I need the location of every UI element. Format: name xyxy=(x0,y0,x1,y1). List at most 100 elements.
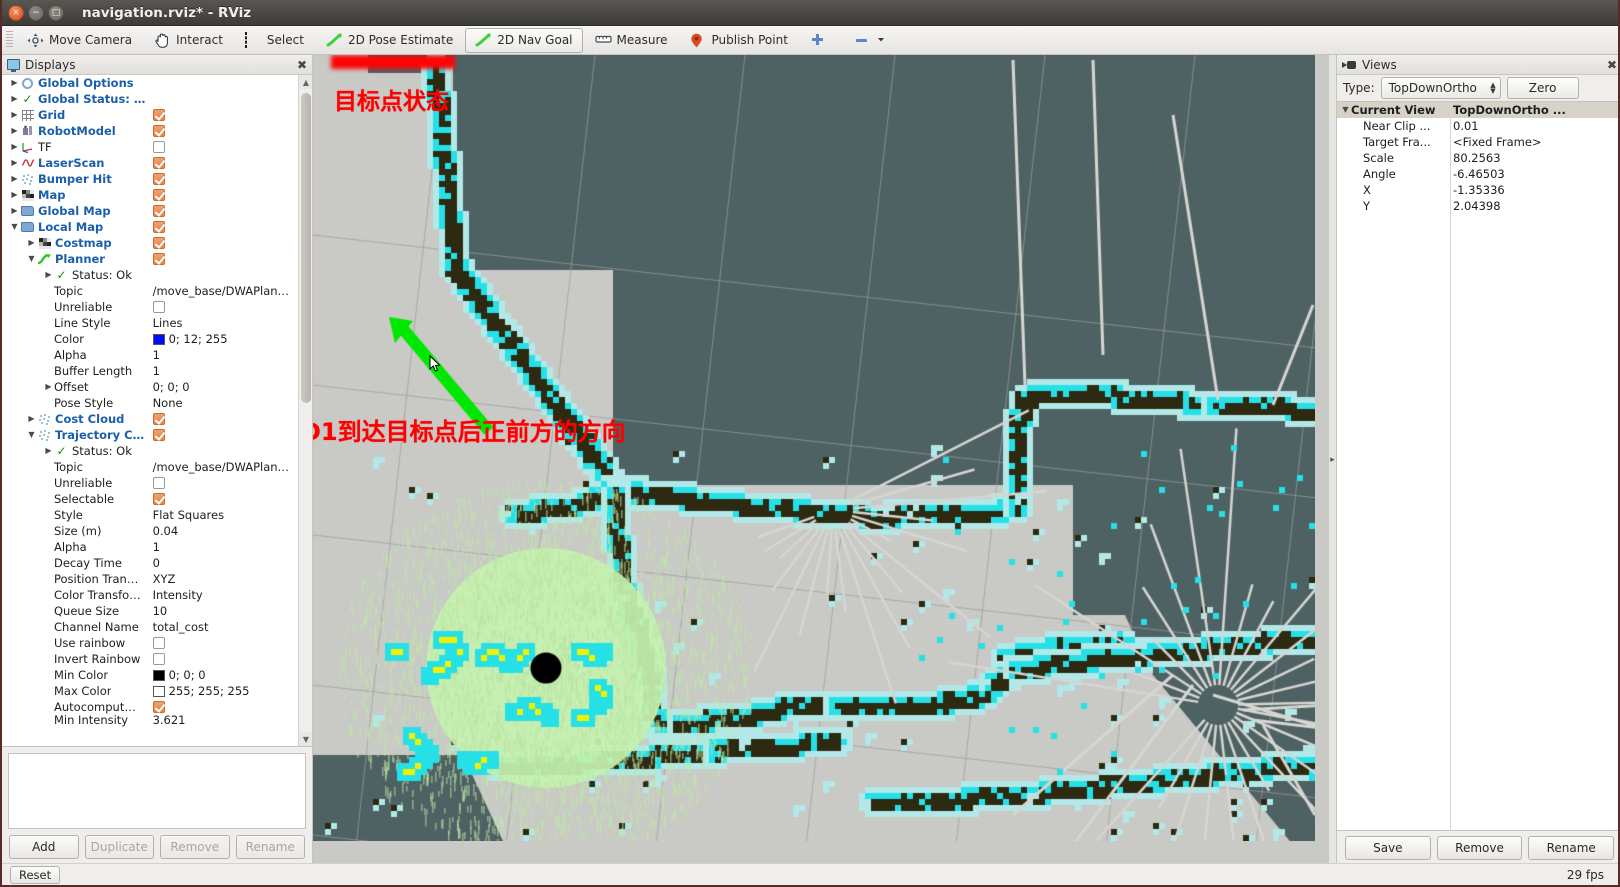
scroll-up-arrow-icon[interactable]: ▲ xyxy=(299,75,312,89)
expand-twisty-closed-icon[interactable]: ▶ xyxy=(9,171,20,187)
display-row-value-cell[interactable] xyxy=(151,109,299,121)
view-property-value[interactable]: TopDownOrtho ... xyxy=(1450,103,1618,117)
display-row-value-cell[interactable]: 0 xyxy=(151,556,298,570)
display-row[interactable]: Selectable xyxy=(2,491,298,507)
display-row[interactable]: Size (m) 0.04 xyxy=(2,523,298,539)
display-row-value-cell[interactable]: Flat Squares xyxy=(151,508,298,522)
tool-measure[interactable]: Measure xyxy=(585,28,678,53)
display-row[interactable]: Position Tran… XYZ xyxy=(2,571,298,587)
display-enable-checkbox[interactable] xyxy=(152,205,165,217)
display-row[interactable]: Channel Name total_cost xyxy=(2,619,298,635)
tool-select[interactable]: Select xyxy=(235,28,314,53)
display-enable-checkbox[interactable] xyxy=(152,237,165,249)
display-enable-checkbox[interactable] xyxy=(152,109,165,121)
display-row-value-cell[interactable] xyxy=(151,429,298,441)
display-row[interactable]: ▶ Global Map xyxy=(2,203,298,219)
display-enable-checkbox[interactable] xyxy=(152,493,165,505)
display-enable-checkbox[interactable] xyxy=(152,301,165,313)
display-row-value-cell[interactable] xyxy=(151,237,298,249)
display-row-value-cell[interactable]: 255; 255; 255 xyxy=(151,684,298,698)
display-row-value-cell[interactable]: XYZ xyxy=(151,572,298,586)
display-enable-checkbox[interactable] xyxy=(152,701,165,713)
display-row[interactable]: ▶ Global Options xyxy=(2,75,298,91)
remove-view-button[interactable]: Remove xyxy=(1436,836,1523,860)
display-row[interactable]: Decay Time 0 xyxy=(2,555,298,571)
display-row[interactable]: Style Flat Squares xyxy=(2,507,298,523)
display-enable-checkbox[interactable] xyxy=(152,413,165,425)
reset-button[interactable]: Reset xyxy=(10,865,61,884)
view-property-row[interactable]: Angle -6.46503 xyxy=(1337,166,1618,182)
display-row[interactable]: ▶ Offset 0; 0; 0 xyxy=(2,379,298,395)
display-row[interactable]: Use rainbow xyxy=(2,635,298,651)
tool-move-camera[interactable]: Move Camera xyxy=(17,28,142,53)
display-row[interactable]: Alpha 1 xyxy=(2,539,298,555)
display-enable-checkbox[interactable] xyxy=(152,653,165,665)
tool-publish-point[interactable]: Publish Point xyxy=(680,28,798,53)
display-row[interactable]: ▶ ✓ Status: Ok xyxy=(2,443,298,459)
display-row[interactable]: ▶ Costmap xyxy=(2,235,298,251)
display-row-value-cell[interactable] xyxy=(151,125,299,137)
view-property-row[interactable]: Near Clip ... 0.01 xyxy=(1337,118,1618,134)
display-row[interactable]: Min Color 0; 0; 0 xyxy=(2,667,298,683)
scrollbar-thumb[interactable] xyxy=(301,93,311,403)
display-row-value-cell[interactable]: total_cost xyxy=(151,620,298,634)
display-row-value-cell[interactable]: 0.04 xyxy=(151,524,298,538)
views-property-tree[interactable]: ▼ Current View TopDownOrtho ... Near Clip .… xyxy=(1337,101,1618,831)
display-enable-checkbox[interactable] xyxy=(152,221,165,233)
color-swatch[interactable] xyxy=(152,333,165,345)
expand-twisty-closed-icon[interactable]: ▶ xyxy=(26,411,37,427)
expand-twisty-closed-icon[interactable]: ▶ xyxy=(9,203,20,219)
tool-2d-nav-goal[interactable]: 2D Nav Goal xyxy=(465,27,583,53)
expand-twisty-closed-icon[interactable]: ▶ xyxy=(9,75,20,91)
expand-twisty-closed-icon[interactable]: ▶ xyxy=(43,379,54,395)
display-enable-checkbox[interactable] xyxy=(152,141,165,153)
expand-twisty-closed-icon[interactable]: ▶ xyxy=(9,123,20,139)
panel-splitter-handle[interactable]: ▸ xyxy=(1329,55,1336,865)
window-maximize-button[interactable]: □ xyxy=(48,4,64,21)
view-property-row[interactable]: ▼ Current View TopDownOrtho ... xyxy=(1337,102,1618,118)
views-panel-close-icon[interactable]: ✖ xyxy=(1607,58,1617,72)
view-property-value[interactable]: 80.2563 xyxy=(1450,151,1618,165)
scroll-down-arrow-icon[interactable]: ▼ xyxy=(299,732,312,746)
display-row-value-cell[interactable]: 1 xyxy=(151,540,298,554)
display-row-value-cell[interactable]: 0; 12; 255 xyxy=(151,332,298,346)
view-property-row[interactable]: Target Fra... <Fixed Frame> xyxy=(1337,134,1618,150)
display-row-value-cell[interactable]: 1 xyxy=(151,364,298,378)
display-row-value-cell[interactable]: /move_base/DWAPlan… xyxy=(151,284,298,298)
rename-display-button[interactable]: Rename xyxy=(235,835,305,859)
display-row-value-cell[interactable] xyxy=(151,221,299,233)
display-row[interactable]: ▶ Bumper Hit xyxy=(2,171,298,187)
display-row-value-cell[interactable] xyxy=(151,701,298,713)
window-minimize-button[interactable]: − xyxy=(28,4,44,21)
save-view-button[interactable]: Save xyxy=(1345,836,1431,860)
display-row-value-cell[interactable] xyxy=(151,653,298,665)
display-row-value-cell[interactable] xyxy=(151,637,298,649)
display-row[interactable]: ▶ TF xyxy=(2,139,298,155)
display-row-value-cell[interactable]: Lines xyxy=(151,316,298,330)
add-display-button[interactable]: Add xyxy=(9,835,79,859)
toolbar-drag-handle[interactable] xyxy=(6,31,13,49)
display-row[interactable]: Pose Style None xyxy=(2,395,298,411)
expand-twisty-closed-icon[interactable]: ▶ xyxy=(9,91,20,107)
tool-add[interactable] xyxy=(800,28,842,53)
displays-panel-close-icon[interactable]: ✖ xyxy=(297,58,307,72)
remove-display-button[interactable]: Remove xyxy=(160,835,230,859)
display-row-value-cell[interactable] xyxy=(151,253,298,265)
view-property-row[interactable]: Scale 80.2563 xyxy=(1337,150,1618,166)
view-property-value[interactable]: -6.46503 xyxy=(1450,167,1618,181)
expand-twisty-closed-icon[interactable]: ▶ xyxy=(9,139,20,155)
display-row-value-cell[interactable]: Intensity xyxy=(151,588,298,602)
expand-twisty-closed-icon[interactable]: ▶ xyxy=(9,107,20,123)
expand-twisty-open-icon[interactable]: ▼ xyxy=(26,427,37,443)
3d-render-view[interactable]: 目标点状态 箭头代表D1到达目标点后正前方的方向 xyxy=(313,55,1336,865)
display-row[interactable]: Topic/move_base/DWAPlan… xyxy=(2,459,298,475)
display-enable-checkbox[interactable] xyxy=(152,173,165,185)
display-row[interactable]: ▼ Planner xyxy=(2,251,298,267)
expand-twisty-open-icon[interactable]: ▼ xyxy=(9,219,20,235)
tool-remove[interactable] xyxy=(844,28,901,53)
display-enable-checkbox[interactable] xyxy=(152,157,165,169)
display-row-value-cell[interactable] xyxy=(151,205,299,217)
display-enable-checkbox[interactable] xyxy=(152,125,165,137)
display-enable-checkbox[interactable] xyxy=(152,637,165,649)
expand-twisty-open-icon[interactable]: ▼ xyxy=(1340,102,1351,118)
